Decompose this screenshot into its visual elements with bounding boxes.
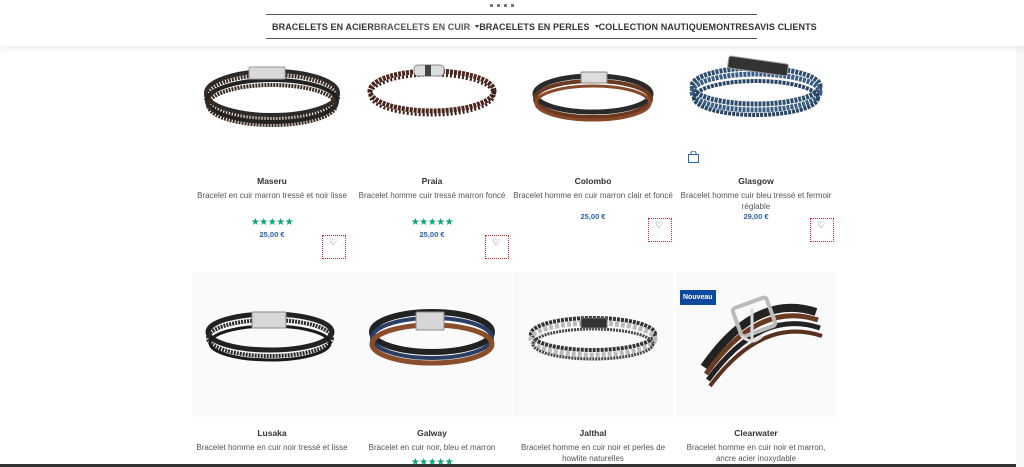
rating-stars: ★★★★★ [410,217,454,228]
product-description: Bracelet homme cuir bleu tressé et fermo… [680,191,832,211]
rating-stars: ★★★★★ [250,217,294,228]
product-name[interactable]: Galway [352,428,512,438]
nav-label: MONTRES [708,21,755,32]
new-badge: Nouveau [680,290,716,305]
heart-icon: ♡ [655,220,664,230]
product-name[interactable]: Jalthal [513,428,673,438]
site-header: BRACELETS EN ACIER BRACELETS EN CUIR BRA… [0,0,1024,46]
nav-item-collection-nautique[interactable]: COLLECTION NAUTIQUE [599,22,709,32]
product-name[interactable]: Maseru [192,176,352,186]
product-description: Bracelet en cuir noir, bleu et marron [368,443,496,452]
nav-item-avis-clients[interactable]: AVIS CLIENTS [754,22,817,32]
nav-label: BRACELETS EN CUIR [373,21,471,32]
heart-icon: ♡ [817,220,826,230]
product-name[interactable]: Colombo [513,176,673,186]
nav-item-montres[interactable]: MONTRES [709,22,755,32]
wishlist-button[interactable]: ♡ [648,218,672,242]
product-image[interactable] [352,48,512,166]
product-name[interactable]: Lusaka [192,428,352,438]
shopping-bag-icon[interactable] [688,151,699,163]
nav-label: BRACELETS EN ACIER [272,21,374,32]
product-description: Bracelet homme en cuir noir et perles de… [520,443,666,463]
product-image[interactable] [192,272,352,417]
product-image[interactable] [192,48,352,166]
product-image[interactable] [513,272,673,417]
product-image[interactable] [352,272,512,417]
product-name[interactable]: Praia [352,176,512,186]
header-top-decoration [490,0,550,7]
wishlist-button[interactable]: ♡ [485,235,509,259]
nav-label: COLLECTION NAUTIQUE [598,21,709,32]
product-description: Bracelet homme en cuir noir tressé et li… [196,443,348,452]
product-description: Bracelet homme cuir tressé marron foncé [358,191,506,200]
heart-icon: ♡ [329,237,338,247]
scrollbar[interactable] [1016,46,1024,467]
product-image[interactable] [513,48,673,166]
heart-icon: ♡ [492,237,501,247]
wishlist-button[interactable]: ♡ [810,218,834,242]
main-navigation: BRACELETS EN ACIER BRACELETS EN CUIR BRA… [266,14,817,39]
nav-item-bracelets-cuir[interactable]: BRACELETS EN CUIR [373,21,480,32]
nav-item-bracelets-acier[interactable]: BRACELETS EN ACIER [272,22,374,32]
product-name[interactable]: Glasgow [676,176,836,186]
wishlist-button[interactable]: ♡ [322,235,346,259]
product-description: Bracelet homme en cuir marron clair et f… [513,191,673,200]
product-description: Bracelet en cuir marron tressé et noir l… [197,191,347,200]
nav-item-bracelets-perles[interactable]: BRACELETS EN PERLES [479,21,599,32]
product-description: Bracelet homme en cuir noir et marron, a… [686,443,826,463]
nav-label: AVIS CLIENTS [754,21,817,32]
product-image[interactable] [676,48,836,166]
nav-label: BRACELETS EN PERLES [479,21,590,32]
product-name[interactable]: Clearwater [676,428,836,438]
